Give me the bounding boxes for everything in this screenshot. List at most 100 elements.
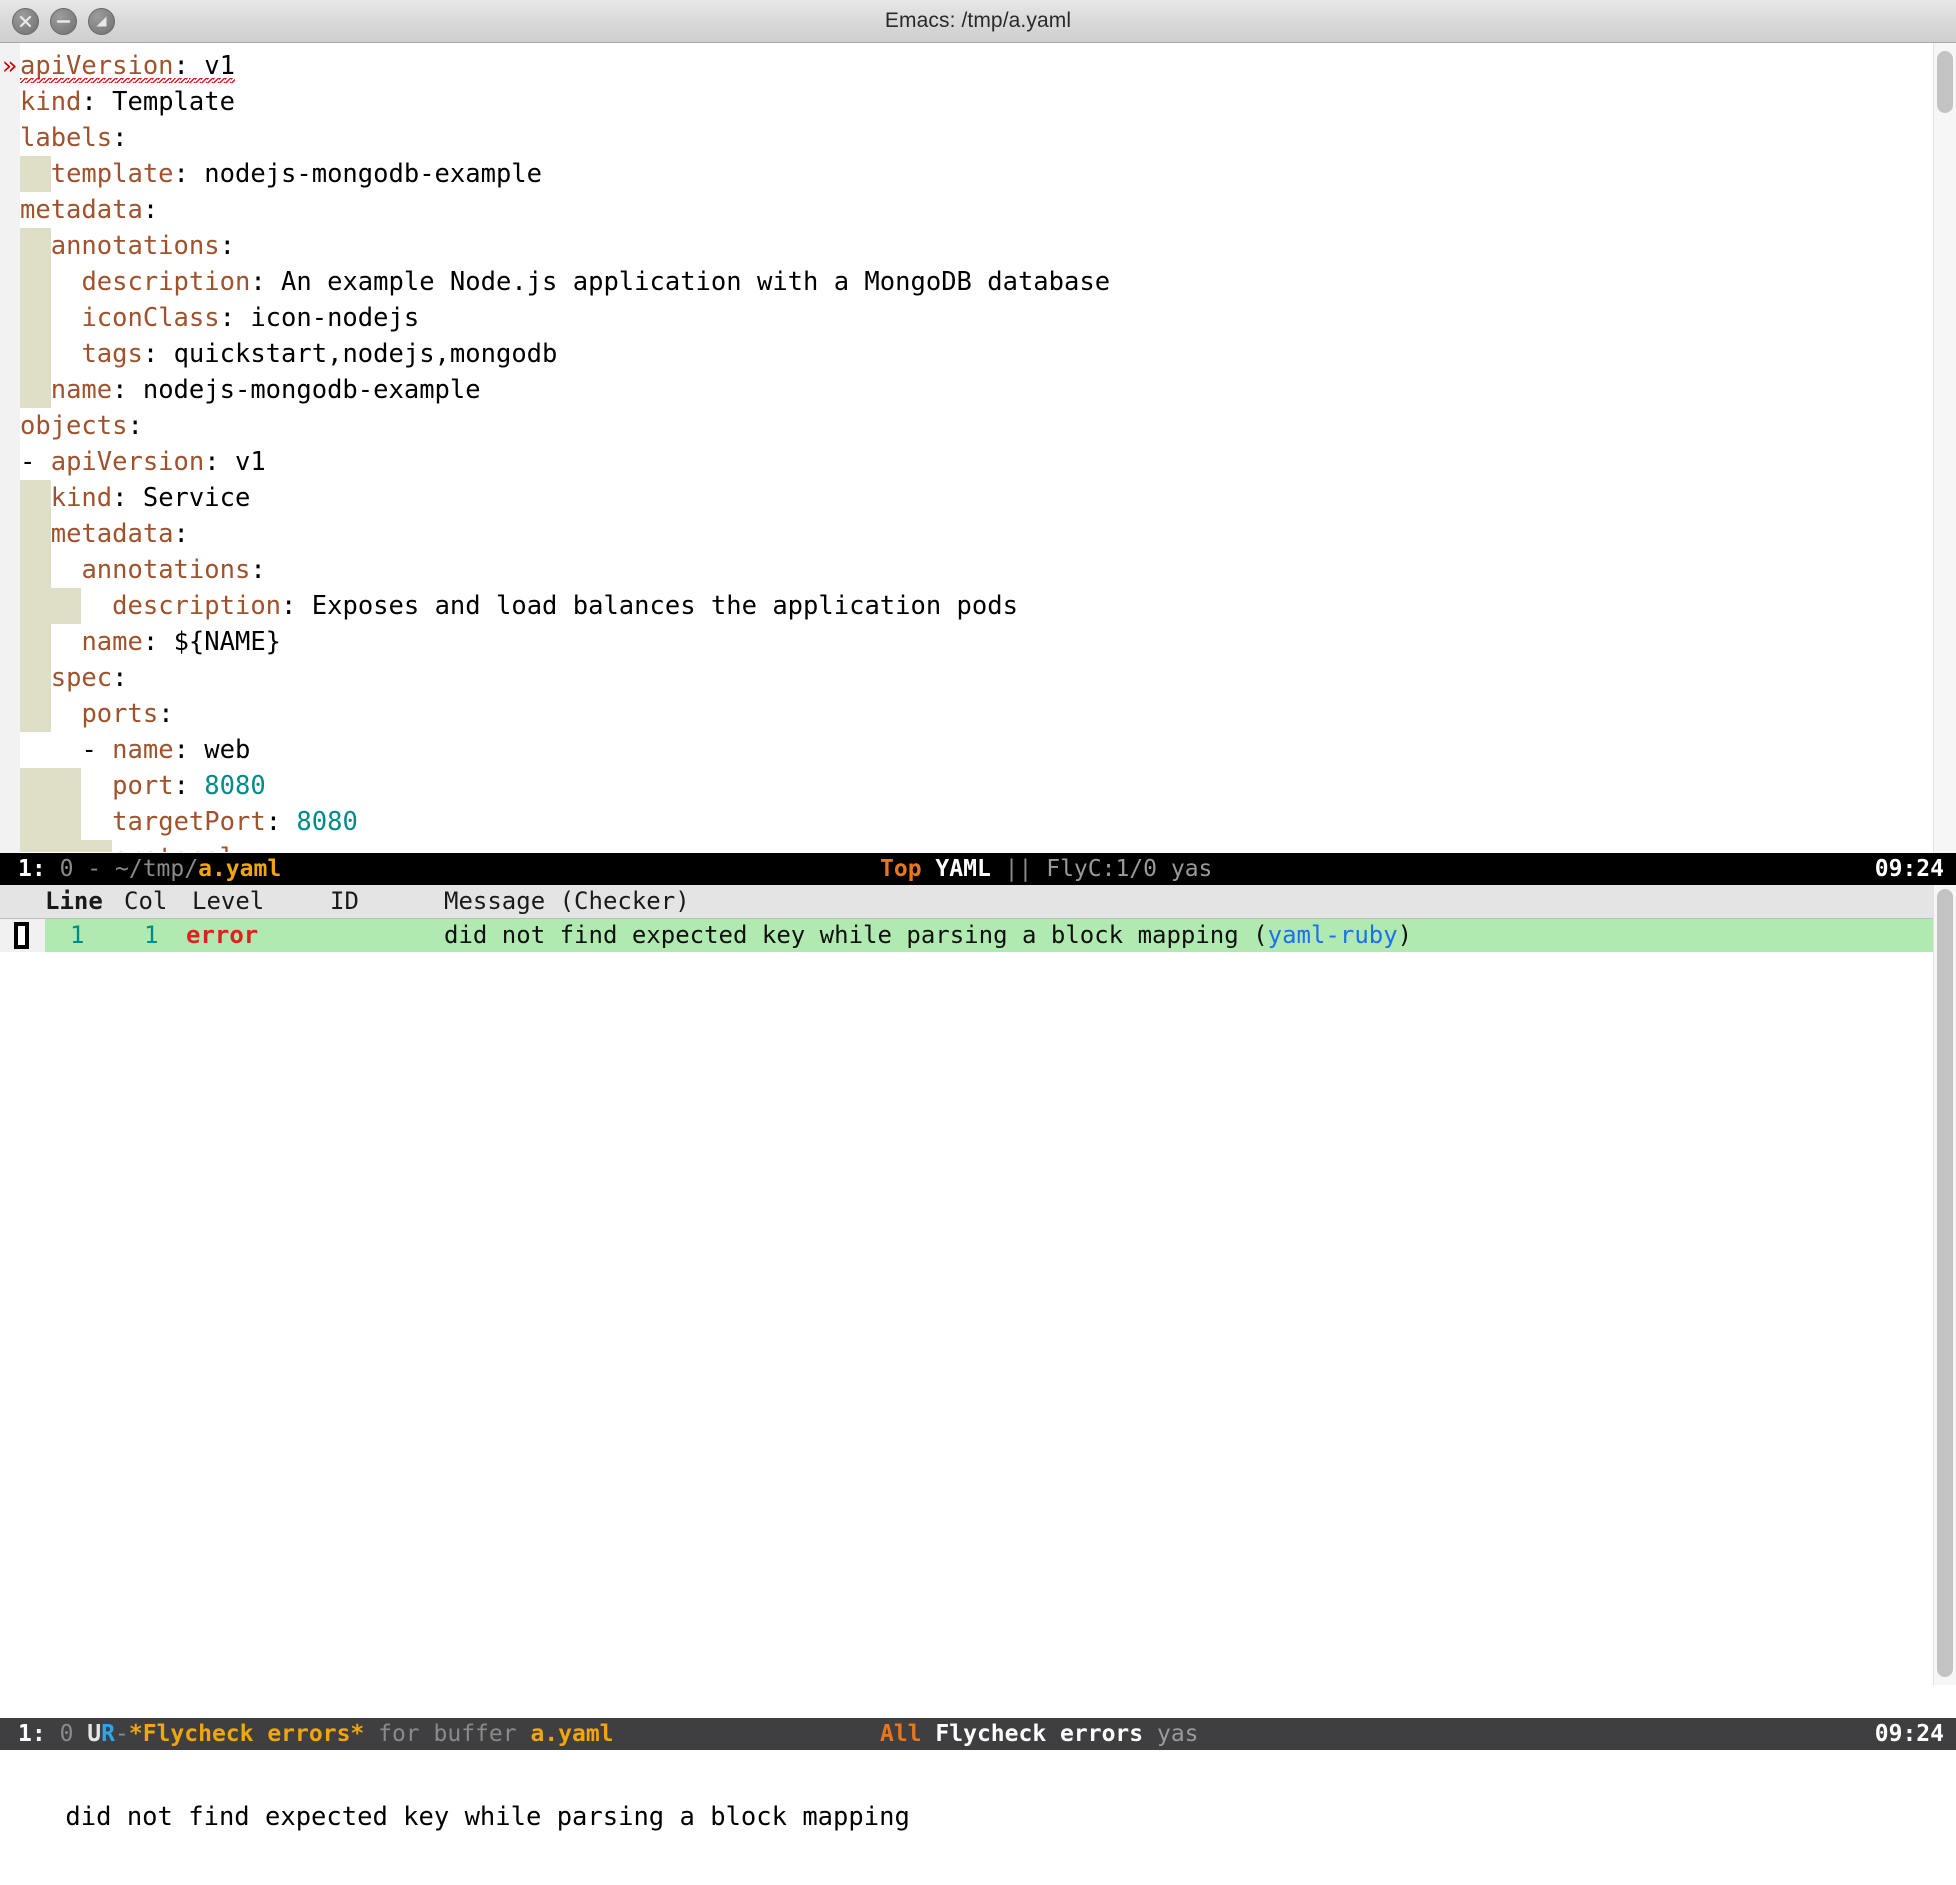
code-line[interactable]: name: nodejs-mongodb-example bbox=[0, 372, 1896, 408]
code-line[interactable]: metadata: bbox=[0, 516, 1896, 552]
modeline-separator: - bbox=[87, 856, 102, 882]
modeline-clock: 09:24 bbox=[1874, 856, 1944, 882]
column-header-level[interactable]: Level bbox=[192, 885, 264, 918]
table-row[interactable]: 1 1 error did not find expected key whil… bbox=[0, 919, 1956, 952]
indent-guide bbox=[20, 552, 51, 588]
close-button[interactable] bbox=[12, 7, 39, 35]
modeline-bottom-yas-mode[interactable]: yas bbox=[1157, 1721, 1199, 1747]
indent-guide bbox=[20, 336, 51, 372]
indent-guide bbox=[20, 300, 51, 336]
modeline-left-segment: 1: 0 - ~/tmp/a.yaml bbox=[18, 853, 281, 885]
code-line[interactable]: iconClass: icon-nodejs bbox=[0, 300, 1896, 336]
modeline-file-name[interactable]: a.yaml bbox=[198, 856, 281, 882]
maximize-button[interactable] bbox=[88, 7, 115, 35]
code-line[interactable]: labels: bbox=[0, 120, 1896, 156]
yaml-colon: : bbox=[112, 663, 128, 693]
modeline-target-buffer[interactable]: a.yaml bbox=[530, 1721, 613, 1747]
modeline-window-number: 1: bbox=[18, 856, 46, 882]
yaml-value: nodejs-mongodb-example bbox=[188, 159, 543, 189]
code-line[interactable]: - name: web bbox=[0, 732, 1896, 768]
echo-area[interactable]: did not find expected key while parsing … bbox=[0, 1750, 1956, 1832]
yaml-key: apiVersion bbox=[20, 51, 174, 81]
yaml-value: Exposes and load balances the applicatio… bbox=[296, 591, 1018, 621]
yaml-key: labels bbox=[20, 123, 113, 153]
indent-guide bbox=[20, 480, 51, 516]
modeline-bottom-major-mode[interactable]: Flycheck errors bbox=[935, 1721, 1143, 1747]
yaml-value: Service bbox=[127, 483, 251, 513]
flycheck-scrollbar-thumb[interactable] bbox=[1937, 889, 1953, 1677]
yaml-colon: : bbox=[173, 735, 189, 765]
code-line[interactable]: » apiVersion: v1 bbox=[0, 48, 1896, 84]
modeline-major-mode[interactable]: YAML bbox=[935, 856, 990, 882]
yaml-key: iconClass bbox=[81, 303, 220, 333]
code-line[interactable]: annotations: bbox=[0, 228, 1896, 264]
yaml-key: metadata bbox=[50, 519, 174, 549]
flycheck-scrollbar[interactable] bbox=[1933, 885, 1956, 1685]
code-line[interactable]: tags: quickstart,nodejs,mongodb bbox=[0, 336, 1896, 372]
column-header-col[interactable]: Col bbox=[124, 885, 167, 918]
yaml-key: description bbox=[81, 267, 251, 297]
column-header-id[interactable]: ID bbox=[330, 885, 359, 918]
modeline-yas-mode[interactable]: yas bbox=[1171, 856, 1213, 882]
modeline-bottom-buffer-count: 0 bbox=[59, 1721, 74, 1747]
code-line[interactable]: metadata: bbox=[0, 192, 1896, 228]
code-line[interactable]: - apiVersion: v1 bbox=[0, 444, 1896, 480]
text-cursor bbox=[14, 922, 29, 949]
modeline-buffer-name[interactable]: *Flycheck errors* bbox=[129, 1721, 364, 1747]
code-line[interactable]: objects: bbox=[0, 408, 1896, 444]
code-line[interactable]: description: Exposes and load balances t… bbox=[0, 588, 1896, 624]
yaml-colon: : bbox=[173, 159, 189, 189]
code-line[interactable]: template: nodejs-mongodb-example bbox=[0, 156, 1896, 192]
indent-guide bbox=[20, 624, 51, 660]
yaml-scrollbar-thumb[interactable] bbox=[1937, 51, 1953, 113]
minimize-button[interactable] bbox=[50, 7, 77, 35]
yaml-key: objects bbox=[20, 411, 128, 441]
yaml-colon: : bbox=[219, 303, 235, 333]
code-line[interactable]: spec: bbox=[0, 660, 1896, 696]
indent-guide bbox=[20, 840, 113, 852]
column-header-line[interactable]: Line bbox=[45, 885, 103, 918]
code-line[interactable]: name: ${NAME} bbox=[0, 624, 1896, 660]
indent-guide bbox=[50, 588, 82, 624]
yaml-colon: : bbox=[265, 807, 282, 837]
checker-name-link[interactable]: yaml-ruby bbox=[1268, 921, 1398, 949]
modeline-buffer-count: 0 bbox=[59, 856, 74, 882]
code-line[interactable]: kind: Service bbox=[0, 480, 1896, 516]
yaml-code-area[interactable]: » apiVersion: v1 kind: Template labels: tem… bbox=[0, 43, 1956, 853]
code-line[interactable]: kind: Template bbox=[0, 84, 1896, 120]
yaml-scrollbar[interactable] bbox=[1933, 43, 1956, 853]
column-header-message[interactable]: Message (Checker) bbox=[444, 885, 690, 918]
yaml-colon: : bbox=[173, 519, 189, 549]
code-line[interactable]: port: 8080 bbox=[0, 768, 1896, 804]
yaml-list-dash: - bbox=[81, 735, 113, 765]
code-line[interactable]: ports: bbox=[0, 696, 1896, 732]
yaml-source-text[interactable]: » apiVersion: v1 kind: Template labels: tem… bbox=[0, 43, 1896, 852]
window-controls bbox=[0, 7, 115, 35]
modeline-flycheck[interactable]: 1: 0 UR-*Flycheck errors* for buffer a.y… bbox=[0, 1718, 1956, 1750]
flycheck-errors-window[interactable]: Line Col Level ID Message (Checker) 1 1 … bbox=[0, 885, 1956, 1718]
flycheck-table-header: Line Col Level ID Message (Checker) bbox=[0, 885, 1956, 919]
modeline-yaml[interactable]: 1: 0 - ~/tmp/a.yaml Top YAML || FlyC:1/0… bbox=[0, 853, 1956, 885]
modeline-flycheck-status[interactable]: FlyC:1/0 bbox=[1046, 856, 1157, 882]
yaml-value: An example Node.js application with a Mo… bbox=[265, 267, 1111, 297]
indent-guide bbox=[20, 768, 51, 804]
yaml-colon: : bbox=[158, 699, 174, 729]
status-badge: error bbox=[186, 921, 259, 949]
yaml-colon: : bbox=[127, 411, 143, 441]
yaml-value: web bbox=[188, 735, 251, 765]
code-line[interactable]: annotations: bbox=[0, 552, 1896, 588]
yaml-key: kind bbox=[50, 483, 113, 513]
flycheck-empty-area bbox=[0, 952, 1956, 1718]
code-line[interactable]: description: An example Node.js applicat… bbox=[0, 264, 1896, 300]
yaml-value: ${NAME} bbox=[158, 627, 282, 657]
yaml-buffer-window[interactable]: » apiVersion: v1 kind: Template labels: tem… bbox=[0, 43, 1956, 853]
modeline-for-buffer-text: for buffer bbox=[364, 1721, 531, 1747]
cell-message[interactable]: did not find expected key while parsing … bbox=[444, 919, 1412, 952]
code-line[interactable]: targetPort: 8080 bbox=[0, 804, 1896, 840]
